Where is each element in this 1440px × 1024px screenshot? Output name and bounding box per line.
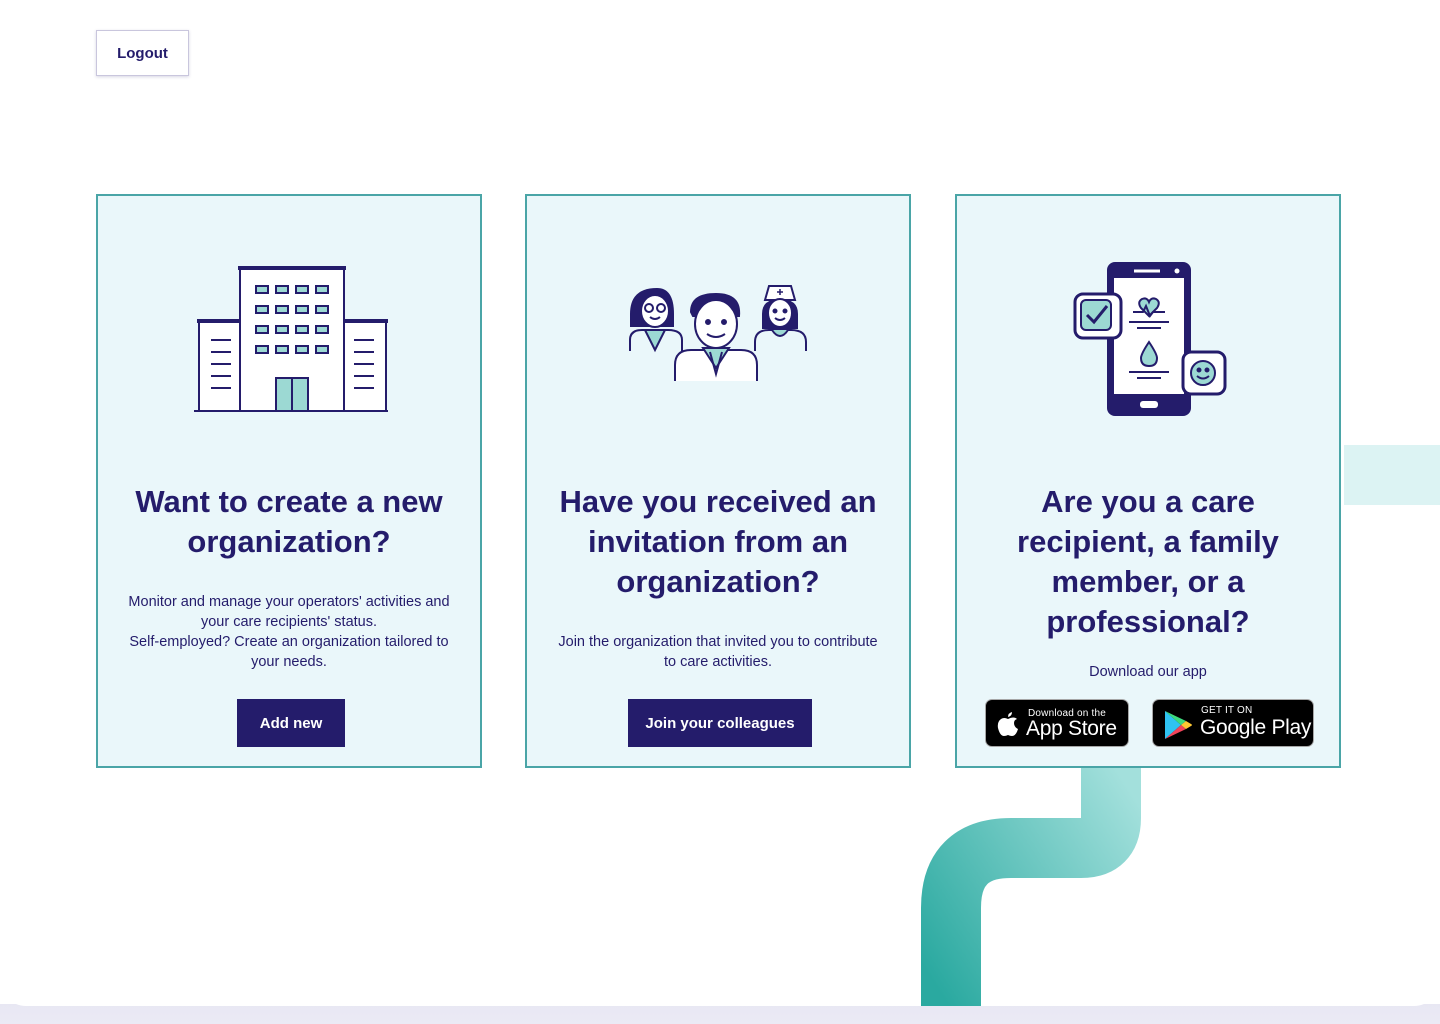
- card-description: Monitor and manage your operators' activ…: [122, 592, 456, 672]
- care-team-icon: [629, 285, 807, 381]
- card-title: Are you a care recipient, a family membe…: [1017, 484, 1279, 639]
- app-store-button[interactable]: Download on the App Store: [985, 699, 1129, 747]
- page: Logout Want to create a new organization…: [0, 0, 1440, 1006]
- google-play-button[interactable]: GET IT ON Google Play: [1152, 699, 1314, 747]
- description-line: Join the organization that invited you t…: [558, 634, 878, 650]
- card-title: Have you received an invitation from an …: [559, 484, 877, 599]
- description-line: your needs.: [251, 654, 327, 670]
- mobile-health-app-icon: [1073, 262, 1227, 416]
- join-colleagues-button[interactable]: Join your colleagues: [628, 699, 812, 747]
- download-app-card: Are you a care recipient, a family membe…: [955, 194, 1341, 768]
- google-play-big-text: Google Play: [1200, 716, 1312, 739]
- description-line: Self-employed? Create an organization ta…: [129, 634, 449, 650]
- decorative-path: [921, 760, 1141, 1006]
- add-new-button[interactable]: Add new: [237, 699, 345, 747]
- page-shadow: [0, 1004, 1440, 1024]
- google-play-icon: [1165, 711, 1192, 739]
- description-line: to care activities.: [664, 654, 772, 670]
- building-icon: [194, 266, 388, 412]
- card-description: Download our app: [981, 662, 1315, 682]
- download-label: Download our app: [1089, 664, 1207, 680]
- card-title: Want to create a new organization?: [135, 484, 443, 559]
- logout-button[interactable]: Logout: [96, 30, 189, 76]
- join-organization-card: Have you received an invitation from an …: [525, 194, 911, 768]
- create-organization-card: Want to create a new organization? Monit…: [96, 194, 482, 768]
- app-store-big-text: App Store: [1026, 717, 1117, 740]
- apple-icon: [997, 712, 1018, 736]
- description-line: your care recipients' status.: [200, 614, 378, 630]
- google-play-small-text: GET IT ON: [1201, 705, 1253, 716]
- description-line: Monitor and manage your operators' activ…: [128, 594, 450, 610]
- card-description: Join the organization that invited you t…: [551, 632, 885, 672]
- decorative-band: [1344, 445, 1440, 505]
